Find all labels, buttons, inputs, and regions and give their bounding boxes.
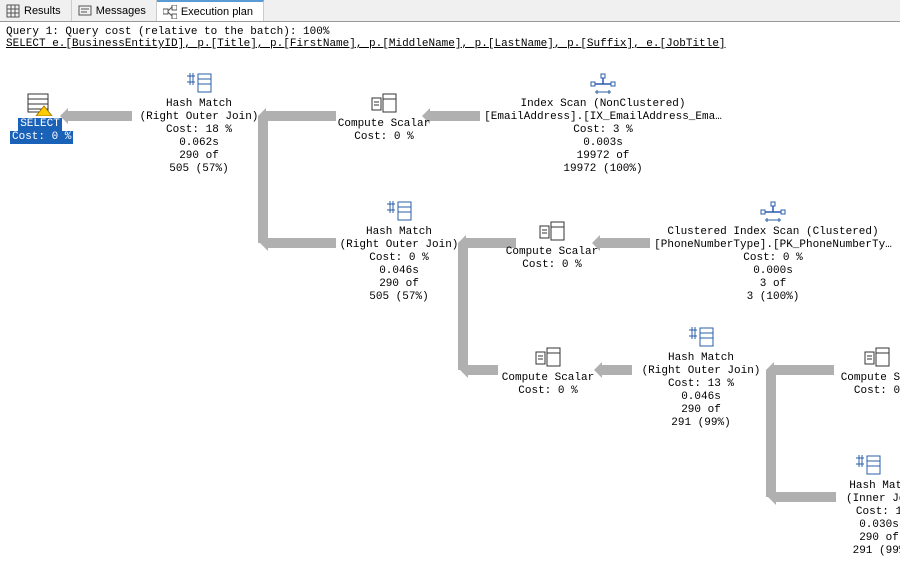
- hash-match-icon: [385, 200, 413, 224]
- node-hash-match-3[interactable]: Hash Match (Right Outer Join) Cost: 13 %…: [636, 326, 766, 430]
- node-title: SELECT: [18, 118, 62, 131]
- node-title: Clustered Index Scan (Clustered): [667, 226, 878, 238]
- arrow: [468, 365, 498, 375]
- node-join: (Right Outer Join): [140, 111, 259, 123]
- hash-match-icon: [185, 72, 213, 96]
- tab-label: Execution plan: [181, 6, 253, 18]
- node-title: Hash Match: [366, 226, 432, 238]
- node-cost: Cost: 0 %: [354, 131, 413, 143]
- clustered-index-scan-icon: [759, 200, 787, 224]
- node-rows: 3 of: [760, 278, 786, 290]
- arrow: [268, 238, 336, 248]
- node-title: Hash Matc: [849, 480, 900, 492]
- node-rows: 290 of: [179, 150, 219, 162]
- message-icon: [78, 4, 92, 18]
- node-title: Compute Sca: [841, 372, 900, 384]
- node-cost: Cost: 0 %: [522, 259, 581, 271]
- arrow: [266, 111, 336, 121]
- compute-scalar-icon: [534, 346, 562, 370]
- node-total: 19972 (100%): [563, 163, 642, 175]
- tab-label: Messages: [96, 5, 146, 17]
- node-title: Compute Scalar: [338, 118, 430, 130]
- node-hash-match-1[interactable]: Hash Match (Right Outer Join) Cost: 18 %…: [134, 72, 264, 176]
- node-cost: Cost: 0: [854, 385, 900, 397]
- tab-messages[interactable]: Messages: [72, 0, 157, 21]
- query-header: Query 1: Query cost (relative to the bat…: [0, 22, 900, 52]
- hash-match-icon: [687, 326, 715, 350]
- node-time: 0.062s: [179, 137, 219, 149]
- node-rows: 290 of: [859, 532, 899, 544]
- compute-scalar-icon: [863, 346, 891, 370]
- node-total: 505 (57%): [369, 291, 428, 303]
- node-time: 0.046s: [681, 391, 721, 403]
- node-cost: Cost: 13 %: [668, 378, 734, 390]
- arrow: [774, 365, 834, 375]
- node-title: Compute Scalar: [502, 372, 594, 384]
- node-obj: [EmailAddress].[IX_EmailAddress_Ema…: [484, 111, 722, 123]
- arrow: [776, 492, 836, 502]
- node-cost: Cost: 0 %: [518, 385, 577, 397]
- table-warning-icon: [26, 92, 54, 116]
- tab-execution-plan[interactable]: Execution plan: [157, 0, 264, 21]
- arrow: [430, 111, 480, 121]
- node-compute-scalar-4[interactable]: Compute Sca Cost: 0: [832, 346, 900, 398]
- arrow: [600, 238, 650, 248]
- node-cost: Cost: 3 %: [573, 124, 632, 136]
- compute-scalar-icon: [370, 92, 398, 116]
- node-total: 291 (99%): [671, 417, 730, 429]
- node-join: (Inner Joi: [846, 493, 900, 505]
- tab-label: Results: [24, 5, 61, 17]
- node-join: (Right Outer Join): [340, 239, 459, 251]
- node-time: 0.003s: [583, 137, 623, 149]
- node-total: 291 (99%: [853, 545, 900, 557]
- node-clustered-index-scan[interactable]: Clustered Index Scan (Clustered) [PhoneN…: [648, 200, 898, 304]
- flow-line: [766, 370, 776, 497]
- node-title: Hash Match: [166, 98, 232, 110]
- node-compute-scalar-1[interactable]: Compute Scalar Cost: 0 %: [334, 92, 434, 144]
- node-title: Index Scan (NonClustered): [520, 98, 685, 110]
- node-rows: 290 of: [379, 278, 419, 290]
- node-hash-match-2[interactable]: Hash Match (Right Outer Join) Cost: 0 % …: [334, 200, 464, 304]
- node-time: 0.030s: [859, 519, 899, 531]
- node-join: (Right Outer Join): [642, 365, 761, 377]
- index-scan-icon: [589, 72, 617, 96]
- node-cost: Cost: 0 %: [369, 252, 428, 264]
- execution-plan-canvas[interactable]: SELECT Cost: 0 % Hash Match (Right Outer…: [0, 52, 900, 578]
- node-select[interactable]: SELECT Cost: 0 %: [10, 92, 70, 144]
- node-compute-scalar-2[interactable]: Compute Scalar Cost: 0 %: [502, 220, 602, 272]
- node-index-scan[interactable]: Index Scan (NonClustered) [EmailAddress]…: [478, 72, 728, 176]
- query-cost-line: Query 1: Query cost (relative to the bat…: [6, 26, 894, 38]
- node-total: 505 (57%): [169, 163, 228, 175]
- node-rows: 19972 of: [577, 150, 630, 162]
- node-cost: Cost: 0 %: [743, 252, 802, 264]
- node-cost: Cost: 1: [856, 506, 900, 518]
- hash-match-icon: [854, 454, 882, 478]
- query-sql-line: SELECT e.[BusinessEntityID], p.[Title], …: [6, 38, 894, 50]
- arrow: [602, 365, 632, 375]
- node-cost: Cost: 0 %: [10, 131, 73, 144]
- arrow: [68, 111, 132, 121]
- node-time: 0.046s: [379, 265, 419, 277]
- tab-results[interactable]: Results: [0, 0, 72, 21]
- node-obj: [PhoneNumberType].[PK_PhoneNumberTy…: [654, 239, 892, 251]
- node-compute-scalar-3[interactable]: Compute Scalar Cost: 0 %: [498, 346, 598, 398]
- plan-icon: [163, 5, 177, 19]
- node-title: Hash Match: [668, 352, 734, 364]
- compute-scalar-icon: [538, 220, 566, 244]
- node-time: 0.000s: [753, 265, 793, 277]
- node-total: 3 (100%): [747, 291, 800, 303]
- grid-icon: [6, 4, 20, 18]
- node-cost: Cost: 18 %: [166, 124, 232, 136]
- tabs-bar: Results Messages Execution plan: [0, 0, 900, 22]
- node-hash-match-4[interactable]: Hash Matc (Inner Joi Cost: 1 0.030s 290 …: [834, 454, 900, 558]
- node-title: Compute Scalar: [506, 246, 598, 258]
- node-rows: 290 of: [681, 404, 721, 416]
